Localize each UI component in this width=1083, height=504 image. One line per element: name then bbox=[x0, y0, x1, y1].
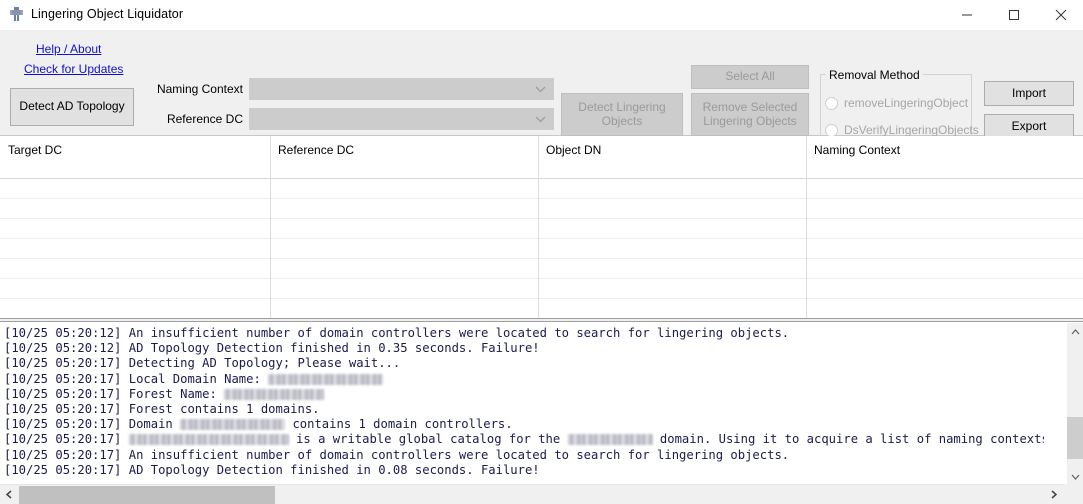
log-message: AD Topology Detection finished in 0.08 s… bbox=[128, 462, 540, 477]
radio-dsverify-lingering-objects[interactable]: DsVerifyLingeringObjects bbox=[825, 123, 979, 137]
radio-circle-icon bbox=[825, 96, 838, 110]
table-row[interactable] bbox=[0, 219, 1083, 239]
log-message: is a writable global catalog for the bbox=[288, 432, 568, 447]
chevron-down-icon bbox=[535, 112, 546, 126]
table-row[interactable] bbox=[0, 199, 1083, 219]
log-message: Detecting AD Topology; Please wait... bbox=[128, 356, 401, 371]
select-all-button[interactable]: Select All bbox=[691, 65, 809, 89]
log-timestamp: [10/25 05:20:17] bbox=[4, 447, 129, 462]
grid-column-header[interactable]: Target DC bbox=[8, 143, 62, 157]
log-timestamp: [10/25 05:20:17] bbox=[4, 432, 129, 447]
app-window: Lingering Object Liquidator Help / About… bbox=[0, 0, 1083, 504]
lingering-objects-grid[interactable]: Target DC Reference DC Object DN Naming Con… bbox=[0, 136, 1083, 319]
removal-method-legend: Removal Method bbox=[826, 68, 923, 82]
radio-label: DsVerifyLingeringObjects bbox=[844, 123, 979, 137]
log-line: [10/25 05:20:17] Forest contains 1 domai… bbox=[4, 402, 1044, 417]
import-button[interactable]: Import bbox=[984, 81, 1074, 106]
log-pane[interactable]: [10/25 05:20:12] An insufficient number … bbox=[0, 321, 1083, 504]
log-message: Forest contains 1 domains. bbox=[128, 402, 320, 417]
help-about-link[interactable]: Help / About bbox=[36, 42, 101, 56]
detect-lingering-objects-button[interactable]: Detect Lingering Objects bbox=[561, 93, 683, 136]
radio-label: removeLingeringObject bbox=[844, 96, 969, 110]
redacted-text bbox=[268, 373, 384, 385]
table-row[interactable] bbox=[0, 259, 1083, 279]
app-figure-icon bbox=[8, 6, 25, 23]
redacted-text bbox=[180, 419, 286, 431]
log-timestamp: [10/25 05:20:17] bbox=[4, 462, 129, 477]
grid-body[interactable] bbox=[0, 179, 1083, 319]
log-message: Local Domain Name: bbox=[128, 371, 269, 386]
toolbar-panel: Help / About Check for Updates Detect AD… bbox=[0, 30, 1083, 160]
grid-column-header[interactable]: Reference DC bbox=[278, 143, 354, 157]
scroll-up-icon[interactable] bbox=[1067, 323, 1083, 340]
title-bar: Lingering Object Liquidator bbox=[0, 0, 1083, 30]
vertical-scroll-thumb[interactable] bbox=[1067, 417, 1083, 459]
log-message: domain. Using it to acquire a list of na… bbox=[652, 432, 1044, 447]
reference-dc-label: Reference DC bbox=[166, 112, 243, 126]
log-timestamp: [10/25 05:20:17] bbox=[4, 402, 129, 417]
log-line: [10/25 05:20:17] An insufficient number … bbox=[4, 448, 1044, 463]
log-timestamp: [10/25 05:20:12] bbox=[4, 341, 129, 356]
grid-column-divider[interactable] bbox=[538, 136, 539, 318]
log-line: [10/25 05:20:12] AD Topology Detection f… bbox=[4, 341, 1044, 356]
log-message: An insufficient number of domain control… bbox=[128, 326, 790, 340]
log-line: [10/25 05:20:17] is a writable global ca… bbox=[4, 432, 1044, 447]
log-line: [10/25 05:20:17] Detecting AD Topology; … bbox=[4, 356, 1044, 371]
naming-context-label: Naming Context bbox=[156, 82, 243, 96]
scroll-right-icon[interactable] bbox=[1045, 485, 1063, 504]
minimize-icon[interactable] bbox=[943, 0, 990, 30]
grid-header: Target DC Reference DC Object DN Naming Con… bbox=[0, 136, 1083, 179]
radio-remove-lingering-object[interactable]: removeLingeringObject bbox=[825, 96, 968, 110]
log-output: [10/25 05:20:12] An insufficient number … bbox=[4, 326, 1044, 478]
log-line: [10/25 05:20:17] Local Domain Name: bbox=[4, 372, 1044, 387]
redacted-text bbox=[567, 434, 653, 446]
log-line: [10/25 05:20:17] Domain contains 1 domai… bbox=[4, 417, 1044, 432]
log-line: [10/25 05:20:17] Forest Name: bbox=[4, 387, 1044, 402]
grid-column-divider[interactable] bbox=[806, 136, 807, 318]
grid-bottom-border bbox=[0, 318, 1083, 319]
grid-column-divider[interactable] bbox=[270, 136, 271, 318]
scroll-down-icon[interactable] bbox=[1067, 468, 1083, 485]
redacted-text bbox=[128, 434, 289, 446]
table-row[interactable] bbox=[0, 239, 1083, 259]
reference-dc-combobox[interactable] bbox=[249, 108, 554, 130]
scroll-left-icon[interactable] bbox=[0, 485, 18, 504]
log-timestamp: [10/25 05:20:17] bbox=[4, 371, 129, 386]
table-row[interactable] bbox=[0, 279, 1083, 299]
log-timestamp: [10/25 05:20:12] bbox=[4, 326, 129, 340]
log-vertical-scrollbar[interactable] bbox=[1066, 323, 1083, 485]
check-for-updates-link[interactable]: Check for Updates bbox=[24, 62, 123, 76]
log-timestamp: [10/25 05:20:17] bbox=[4, 386, 129, 401]
log-timestamp: [10/25 05:20:17] bbox=[4, 417, 129, 432]
grid-column-header[interactable]: Object DN bbox=[546, 143, 601, 157]
maximize-icon[interactable] bbox=[990, 0, 1037, 30]
table-row[interactable] bbox=[0, 299, 1083, 319]
remove-selected-lingering-objects-button[interactable]: Remove Selected Lingering Objects bbox=[691, 93, 809, 136]
log-message: An insufficient number of domain control… bbox=[128, 447, 790, 462]
log-message: Domain bbox=[128, 417, 181, 432]
redacted-text bbox=[224, 388, 325, 400]
log-message: AD Topology Detection finished in 0.35 s… bbox=[128, 341, 540, 356]
log-message: contains 1 domain controllers. bbox=[285, 417, 513, 432]
log-line: [10/25 05:20:17] AD Topology Detection f… bbox=[4, 463, 1044, 478]
close-icon[interactable] bbox=[1037, 0, 1083, 30]
window-title: Lingering Object Liquidator bbox=[31, 7, 184, 21]
table-row[interactable] bbox=[0, 179, 1083, 199]
chevron-down-icon bbox=[535, 82, 546, 96]
log-message: Forest Name: bbox=[128, 386, 225, 401]
horizontal-scroll-thumb[interactable] bbox=[19, 486, 275, 504]
log-line: [10/25 05:20:12] An insufficient number … bbox=[4, 326, 1044, 341]
log-timestamp: [10/25 05:20:17] bbox=[4, 356, 129, 371]
radio-circle-icon bbox=[825, 123, 838, 137]
grid-column-header[interactable]: Naming Context bbox=[814, 143, 900, 157]
scrollbar-corner bbox=[1064, 484, 1083, 504]
log-horizontal-scrollbar[interactable] bbox=[0, 484, 1083, 504]
naming-context-combobox[interactable] bbox=[249, 78, 554, 100]
